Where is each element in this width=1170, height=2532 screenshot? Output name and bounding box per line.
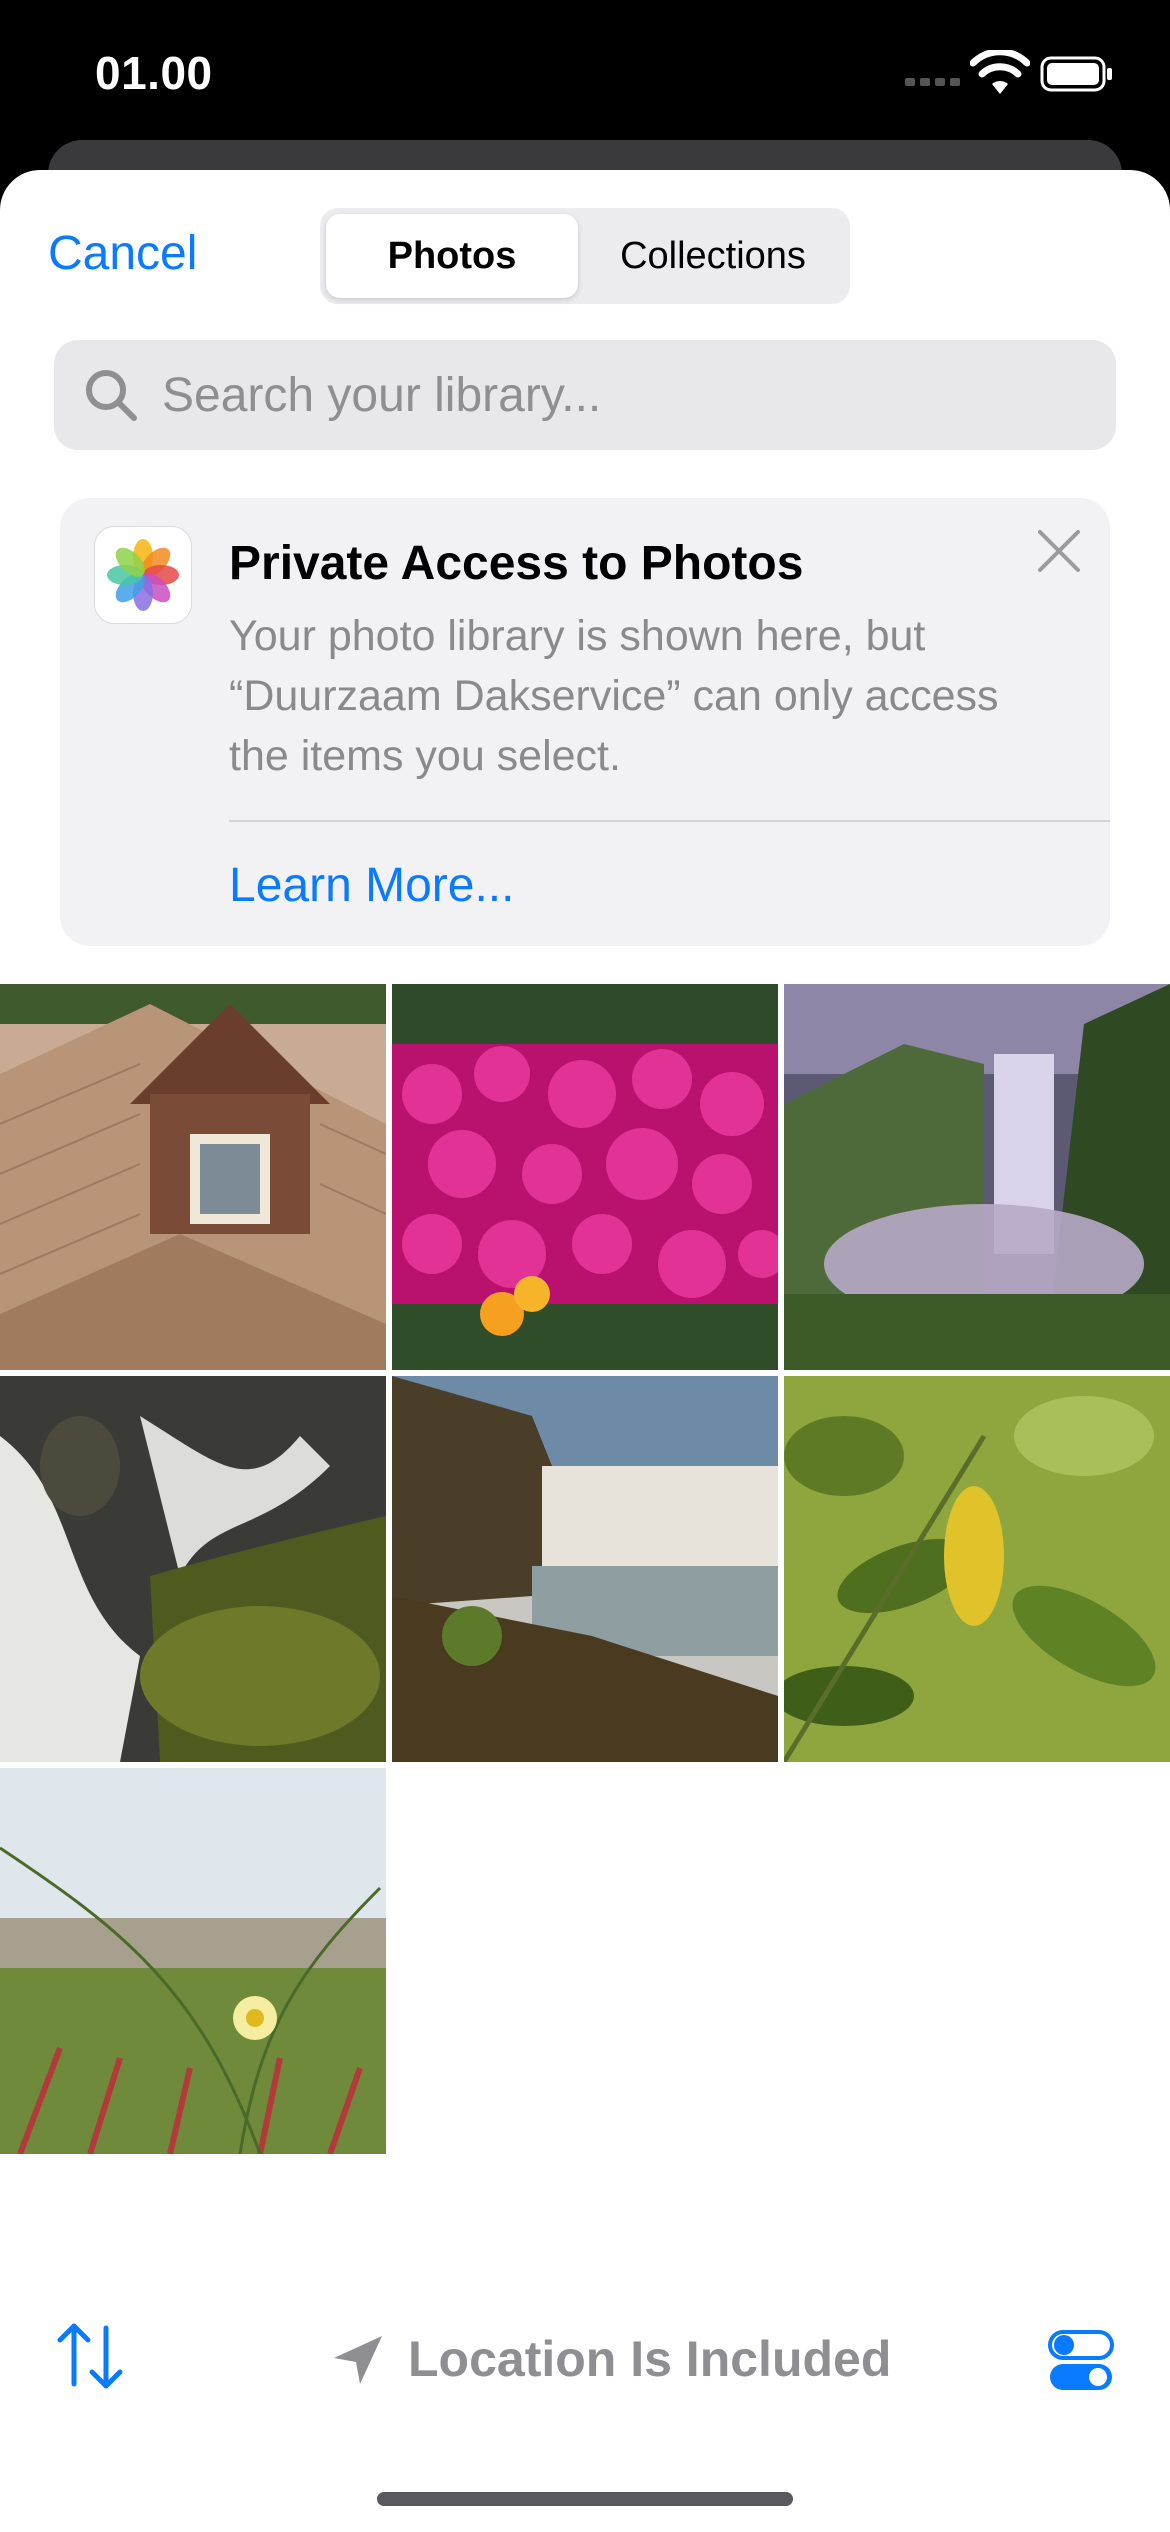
notice-body: Your photo library is shown here, but “D… — [229, 612, 999, 780]
wifi-icon — [970, 50, 1030, 94]
notice-title: Private Access to Photos — [229, 537, 804, 590]
learn-more-link[interactable]: Learn More... — [229, 858, 514, 913]
search-icon — [86, 370, 137, 421]
location-arrow-icon — [334, 2336, 382, 2384]
close-icon[interactable] — [1032, 524, 1086, 578]
picker-segmented-control: Photos Collections — [320, 208, 850, 304]
cancel-button[interactable]: Cancel — [48, 226, 197, 281]
photo-thumbnail-pink-flowers[interactable] — [392, 984, 778, 1370]
tab-photos[interactable]: Photos — [326, 214, 578, 298]
photo-thumbnail-roof[interactable] — [0, 984, 386, 1370]
photo-thumbnail-dune-flower[interactable] — [0, 1768, 386, 2154]
search-placeholder: Search your library... — [162, 369, 602, 422]
private-access-notice: Private Access to Photos Your photo libr… — [60, 498, 1110, 946]
photo-thumbnail-waterfall-valley[interactable] — [784, 984, 1170, 1370]
photo-thumbnail-green-leaves[interactable] — [784, 1376, 1170, 1762]
options-toggle-icon[interactable] — [1048, 2330, 1114, 2394]
photo-thumbnail-waterfall-sunset[interactable] — [392, 1376, 778, 1762]
divider — [229, 820, 1110, 822]
battery-icon — [1040, 56, 1112, 92]
status-bar: 01.00 — [0, 0, 1170, 140]
sort-icon[interactable] — [52, 2318, 128, 2394]
status-time: 01.00 — [95, 47, 213, 99]
home-indicator — [377, 2492, 793, 2506]
cellular-signal-icon — [905, 78, 960, 86]
photo-thumbnail-waterfall-rocks[interactable] — [0, 1376, 386, 1762]
photos-app-icon — [94, 526, 192, 624]
search-input[interactable]: Search your library... — [54, 340, 1116, 450]
photo-picker-sheet: Cancel Photos Collections Search your li… — [0, 170, 1170, 2532]
tab-collections[interactable]: Collections — [582, 214, 844, 298]
location-label: Location Is Included — [408, 2331, 892, 2387]
